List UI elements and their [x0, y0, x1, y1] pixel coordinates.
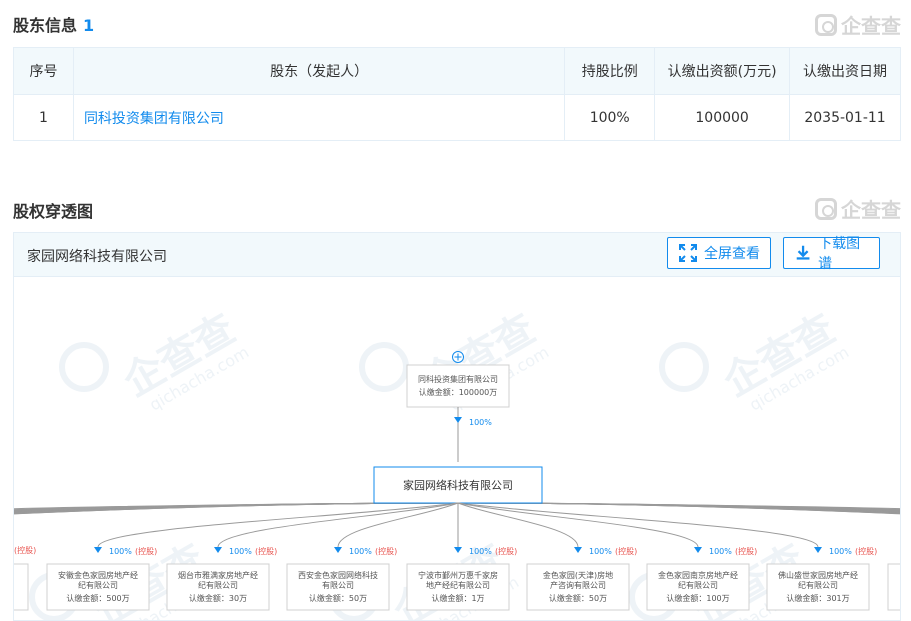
child-name: 纪有限公司	[78, 580, 118, 590]
parent-ratio: 100%	[469, 418, 492, 427]
child-amount: 认缴金额：500万	[66, 593, 129, 603]
child-holding-tag: (控股)	[135, 546, 157, 556]
child-edge	[457, 502, 699, 548]
child-arrow-icon	[334, 547, 342, 553]
col-index: 序号	[13, 47, 74, 95]
left-edge-tag: (控股)	[14, 545, 36, 555]
child-holding-tag: (控股)	[615, 546, 637, 556]
child-amount: 认缴金额：1万	[431, 593, 484, 603]
child-ratio: 100%	[709, 547, 732, 556]
child-holding-tag: (控股)	[495, 546, 517, 556]
child-name: 地产经纪有限公司	[426, 580, 490, 590]
parent-amount: 认缴金额：100000万	[419, 387, 498, 397]
child-name: 宁波市鄞州万惠千家房	[418, 570, 498, 580]
download-label: 下载图谱	[818, 236, 861, 272]
child-edge	[457, 502, 819, 548]
equity-graph[interactable]: 企查查qichacha.com企查查qichacha.com企查查qichach…	[14, 277, 901, 621]
child-amount: 认缴金额：50万	[549, 593, 607, 603]
child-holding-tag: (控股)	[255, 546, 277, 556]
qichacha-logo-icon	[815, 13, 837, 36]
shareholders-title: 股东信息 1	[13, 12, 94, 36]
row-date: 2035-01-11	[789, 94, 901, 141]
equity-company-name: 家园网络科技有限公司	[27, 249, 167, 265]
parent-arrow-icon	[454, 417, 462, 423]
child-amount: 认缴金额：100万	[666, 593, 729, 603]
child-name: 纪有限公司	[798, 580, 838, 590]
child-ratio: 100%	[829, 547, 852, 556]
child-name: 安徽金色家园房地产经	[58, 570, 138, 580]
child-arrow-icon	[574, 547, 582, 553]
row-index: 1	[13, 94, 74, 141]
left-edge-node[interactable]	[14, 563, 29, 611]
watermark-logo-icon	[59, 342, 109, 392]
child-ratio: 100%	[229, 547, 252, 556]
row-amount: 100000	[654, 94, 791, 141]
fullscreen-icon	[679, 244, 697, 262]
parent-box	[406, 364, 510, 408]
download-button[interactable]: 下载图谱	[783, 236, 880, 272]
qichacha-watermark-text-2: 企查查	[841, 198, 901, 222]
child-name: 有限公司	[322, 580, 354, 590]
shareholder-link[interactable]: 同科投资集团有限公司	[72, 94, 566, 141]
col-date: 认缴出资日期	[789, 47, 901, 95]
qichacha-watermark-2: 企查查	[815, 194, 901, 223]
child-name: 纪有限公司	[198, 580, 238, 590]
child-amount: 认缴金额：30万	[189, 593, 247, 603]
center-node[interactable]: 家园网络科技有限公司	[373, 466, 543, 504]
child-ratio: 100%	[109, 547, 132, 556]
col-ratio: 持股比例	[564, 47, 656, 95]
child-ratio: 100%	[349, 547, 372, 556]
table-row: 1 同科投资集团有限公司 100% 100000 2035-01-11	[13, 94, 901, 141]
table-header-row: 序号 股东（发起人） 持股比例 认缴出资额(万元) 认缴出资日期	[13, 47, 901, 95]
child-name: 纪有限公司	[678, 580, 718, 590]
qichacha-watermark-text: 企查查	[841, 14, 901, 38]
child-arrow-icon	[214, 547, 222, 553]
child-holding-tag: (控股)	[375, 546, 397, 556]
child-name: 金色家园(天津)房地	[543, 570, 613, 580]
child-amount: 认缴金额：50万	[309, 593, 367, 603]
child-edge	[97, 502, 459, 548]
child-amount: 认缴金额：301万	[786, 593, 849, 603]
child-name: 西安金色家园网络科技	[298, 570, 378, 580]
child-arrow-icon	[814, 547, 822, 553]
center-name: 家园网络科技有限公司	[403, 478, 513, 492]
equity-title: 股权穿透图	[13, 202, 94, 221]
child-name: 佛山盛世家园房地产经	[778, 570, 858, 580]
fullscreen-button[interactable]: 全屏查看	[667, 237, 771, 269]
child-ratio: 100%	[589, 547, 612, 556]
row-ratio: 100%	[564, 94, 656, 141]
child-holding-tag: (控股)	[735, 546, 757, 556]
shareholders-count: 1	[83, 16, 95, 35]
child-name: 产咨询有限公司	[550, 580, 606, 590]
child-arrow-icon	[694, 547, 702, 553]
shareholders-title-text: 股东信息	[13, 16, 78, 35]
child-ratio: 100%	[469, 547, 492, 556]
child-edge	[217, 502, 459, 548]
child-arrow-icon	[94, 547, 102, 553]
watermark-logo-icon	[659, 342, 709, 392]
qichacha-logo-icon-2	[815, 197, 837, 220]
fullscreen-label: 全屏查看	[704, 246, 760, 262]
child-name: 烟台市雅满家房地产经	[178, 570, 258, 580]
equity-panel-header: 家园网络科技有限公司 全屏查看 下载图谱	[14, 233, 900, 277]
col-amount: 认缴出资额(万元)	[654, 47, 791, 95]
right-edge-node[interactable]	[887, 563, 901, 611]
equity-chart-panel: 家园网络科技有限公司 全屏查看 下载图谱 企查查qichacha.com企查查q…	[13, 232, 901, 621]
parent-name: 同科投资集团有限公司	[418, 374, 498, 384]
watermark-logo-icon	[359, 342, 409, 392]
download-icon	[796, 245, 810, 260]
shareholders-table: 序号 股东（发起人） 持股比例 认缴出资额(万元) 认缴出资日期 1 同科投资集…	[13, 47, 901, 141]
child-name: 金色家园南京房地产经	[658, 570, 738, 580]
qichacha-watermark: 企查查	[815, 10, 901, 39]
col-shareholder: 股东（发起人）	[72, 47, 566, 95]
child-holding-tag: (控股)	[855, 546, 877, 556]
